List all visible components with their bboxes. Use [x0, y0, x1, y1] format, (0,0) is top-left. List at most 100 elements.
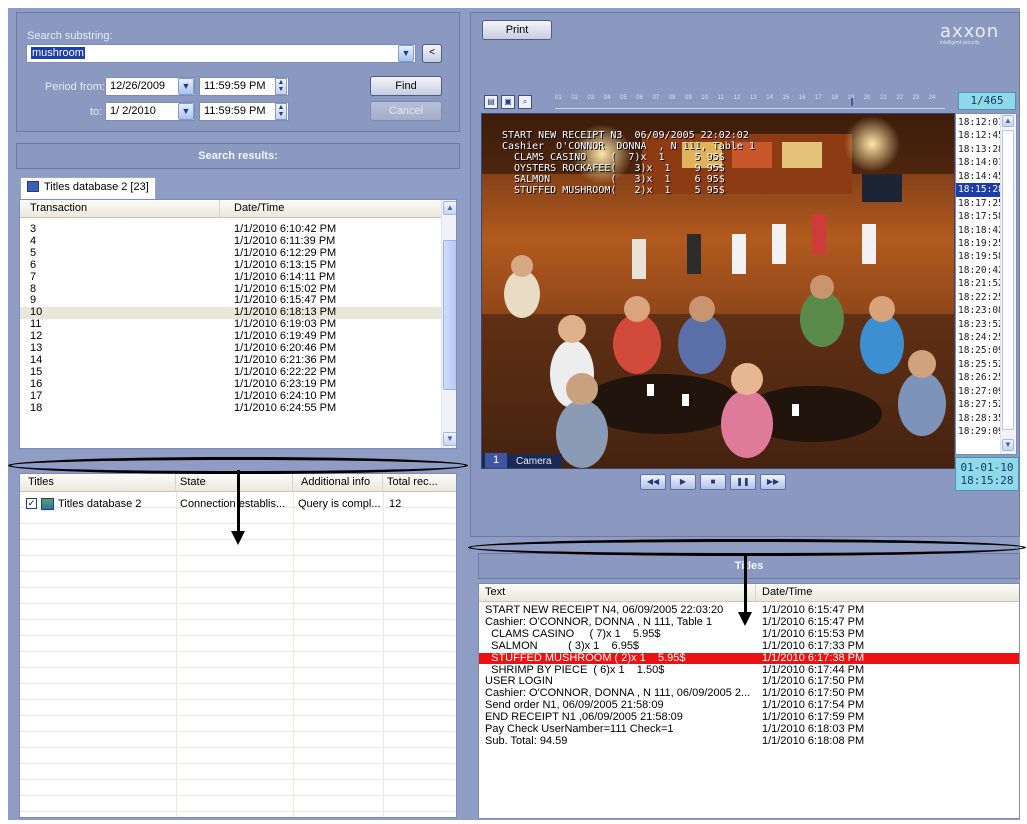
title-row[interactable]: SALMON ( 3)x 1 6.95$ 1/1/2010 6:17:33 PM	[479, 641, 1019, 653]
transaction-cell: 4	[30, 235, 37, 247]
source-checkbox[interactable]: ✓	[26, 498, 37, 509]
time-entry[interactable]: 18:18:42	[956, 224, 1004, 237]
stop-button[interactable]: ■	[700, 474, 726, 490]
print-button[interactable]: Print	[482, 20, 552, 40]
time-entry[interactable]: 18:27:52	[956, 398, 1004, 411]
clear-search-button[interactable]: <	[422, 44, 442, 63]
table-row[interactable]: 12 1/1/2010 6:19:49 PM	[20, 331, 441, 343]
time-scroll-down-button[interactable]: ▼	[1002, 439, 1014, 451]
substring-dropdown-button[interactable]: ▼	[398, 45, 414, 62]
column-transaction[interactable]: Transaction	[20, 200, 220, 218]
time-entry[interactable]: 18:14:45	[956, 170, 1004, 183]
title-row[interactable]: STUFFED MUSHROOM ( 2)x 1 5.95$ 1/1/2010 6…	[479, 652, 1019, 665]
time-entry[interactable]: 18:23:08	[956, 304, 1004, 317]
find-button[interactable]: Find	[370, 76, 442, 96]
zoom-icon[interactable]: ⌕	[518, 95, 532, 109]
table-row[interactable]: 17 1/1/2010 6:24:10 PM	[20, 391, 441, 403]
time-entry[interactable]: 18:19:58	[956, 250, 1004, 263]
time-entry[interactable]: 18:20:42	[956, 264, 1004, 277]
video-frame[interactable]: START NEW RECEIPT N3 06/09/2005 22:02:02…	[481, 113, 955, 469]
table-row[interactable]: 5 1/1/2010 6:12:29 PM	[20, 248, 441, 260]
column-text[interactable]: Text	[479, 584, 756, 602]
column-datetime[interactable]: Date/Time	[220, 200, 442, 218]
scroll-up-button[interactable]: ▲	[443, 201, 456, 215]
time-entry[interactable]: 18:28:35	[956, 412, 1004, 425]
time-list[interactable]: 18:12:01 18:12:45 18:13:28 18:14:01 18:14:45…	[955, 113, 1017, 455]
time-entry[interactable]: 18:14:01	[956, 156, 1004, 169]
title-row[interactable]: CLAMS CASINO ( 7)x 1 5.95$ 1/1/2010 6:15:…	[479, 629, 1019, 641]
time-scroll-up-button[interactable]: ▲	[1002, 115, 1014, 127]
column-total-records[interactable]: Total rec...	[383, 474, 456, 492]
table-row[interactable]: 3 1/1/2010 6:10:42 PM	[20, 224, 441, 236]
play-button[interactable]: ▶	[670, 474, 696, 490]
title-row[interactable]: USER LOGIN 1/1/2010 6:17:50 PM	[479, 676, 1019, 688]
pause-button[interactable]: ❚❚	[730, 474, 756, 490]
table-row[interactable]: 14 1/1/2010 6:21:36 PM	[20, 355, 441, 367]
table-row[interactable]: 16 1/1/2010 6:23:19 PM	[20, 379, 441, 391]
time-entry[interactable]: 18:19:25	[956, 237, 1004, 250]
time-entry[interactable]: 18:29:09	[956, 425, 1004, 438]
time-entry[interactable]: 18:25:52	[956, 358, 1004, 371]
table-row[interactable]: 4 1/1/2010 6:11:39 PM	[20, 236, 441, 248]
table-row[interactable]: 8 1/1/2010 6:15:02 PM	[20, 284, 441, 296]
table-row[interactable]: 10 1/1/2010 6:18:13 PM	[20, 307, 441, 320]
timeline-tick: 01	[555, 95, 562, 101]
table-row[interactable]: 9 1/1/2010 6:15:47 PM	[20, 295, 441, 307]
from-time-spinner[interactable]: ▲ ▼	[275, 78, 287, 95]
receipt-line: SALMON ( 3)x 1 6 95$	[502, 174, 725, 185]
time-entry[interactable]: 18:21:52	[956, 277, 1004, 290]
column-state[interactable]: State	[176, 474, 293, 492]
title-datetime-cell: 1/1/2010 6:17:44 PM	[762, 664, 865, 676]
time-scroll-thumb[interactable]	[1002, 130, 1014, 430]
fast-forward-button[interactable]: ▶▶	[760, 474, 786, 490]
hour-timeline[interactable]: 0102030405060708091011121314151617181920…	[555, 95, 945, 109]
time-entry[interactable]: 18:12:01	[956, 116, 1004, 129]
scroll-down-button[interactable]: ▼	[443, 432, 456, 446]
export-icon[interactable]: ▤	[484, 95, 498, 109]
time-entry[interactable]: 18:12:45	[956, 129, 1004, 142]
title-row[interactable]: Cashier: O'CONNOR, DONNA , N 111, 06/09/…	[479, 688, 1019, 700]
title-row[interactable]: SHRIMP BY PIECE ( 6)x 1 1.50$ 1/1/2010 6:…	[479, 664, 1019, 677]
time-entry[interactable]: 18:13:28	[956, 143, 1004, 156]
title-row[interactable]: Send order N1, 06/09/2005 21:58:09 1/1/20…	[479, 700, 1019, 712]
time-entry[interactable]: 18:26:25	[956, 371, 1004, 384]
title-datetime-cell: 1/1/2010 6:18:08 PM	[762, 735, 865, 747]
date-time-display: 01-01-10 18:15:28	[955, 457, 1019, 491]
time-entry[interactable]: 18:22:25	[956, 291, 1004, 304]
title-row[interactable]: Sub. Total: 94.59 1/1/2010 6:18:08 PM	[479, 735, 1019, 748]
search-substring-input[interactable]: mushroom	[26, 44, 416, 63]
title-text-cell: END RECEIPT N1 ,06/09/2005 21:58:09	[485, 712, 683, 724]
tab-titles-database[interactable]: Titles database 2 [23]	[20, 177, 156, 199]
titles-title: Titles	[734, 560, 764, 572]
table-row[interactable]: 18 1/1/2010 6:24:55 PM	[20, 403, 441, 415]
table-row[interactable]: 11 1/1/2010 6:19:03 PM	[20, 319, 441, 331]
time-scrollbar[interactable]: ▲ ▼	[1000, 114, 1016, 454]
time-entry[interactable]: 18:17:25	[956, 197, 1004, 210]
table-row[interactable]: 7 1/1/2010 6:14:11 PM	[20, 272, 441, 284]
save-icon[interactable]: ▣	[501, 95, 515, 109]
time-entry[interactable]: 18:24:25	[956, 331, 1004, 344]
time-entry[interactable]: 18:27:09	[956, 385, 1004, 398]
to-date-dropdown[interactable]: ▼	[178, 103, 194, 120]
title-row[interactable]: END RECEIPT N1 ,06/09/2005 21:58:09 1/1/2…	[479, 712, 1019, 724]
time-entry[interactable]: 18:17:58	[956, 210, 1004, 223]
table-row[interactable]: 13 1/1/2010 6:20:46 PM	[20, 343, 441, 355]
scroll-thumb[interactable]	[443, 240, 456, 390]
to-time-spinner[interactable]: ▲ ▼	[275, 103, 287, 120]
rewind-button[interactable]: ◀◀	[640, 474, 666, 490]
search-results-title: Search results:	[198, 150, 278, 162]
table-row[interactable]: 6 1/1/2010 6:13:15 PM	[20, 260, 441, 272]
time-entry[interactable]: 18:23:52	[956, 318, 1004, 331]
time-entry[interactable]: 18:25:09	[956, 344, 1004, 357]
datetime-cell: 1/1/2010 6:19:03 PM	[234, 319, 337, 331]
column-additional-info[interactable]: Additional info	[293, 474, 383, 492]
cancel-button[interactable]: Cancel	[370, 101, 442, 121]
datetime-cell: 1/1/2010 6:19:49 PM	[234, 331, 337, 343]
results-scrollbar[interactable]: ▲ ▼	[441, 200, 456, 448]
title-row[interactable]: Pay Check UserNamber=111 Check=1 1/1/2010…	[479, 724, 1019, 736]
time-entry[interactable]: 18:15:28	[956, 183, 1004, 197]
table-row[interactable]: 15 1/1/2010 6:22:22 PM	[20, 367, 441, 379]
column-titles[interactable]: Titles	[20, 474, 176, 492]
from-date-dropdown[interactable]: ▼	[178, 78, 194, 95]
column-title-datetime[interactable]: Date/Time	[756, 584, 1019, 602]
